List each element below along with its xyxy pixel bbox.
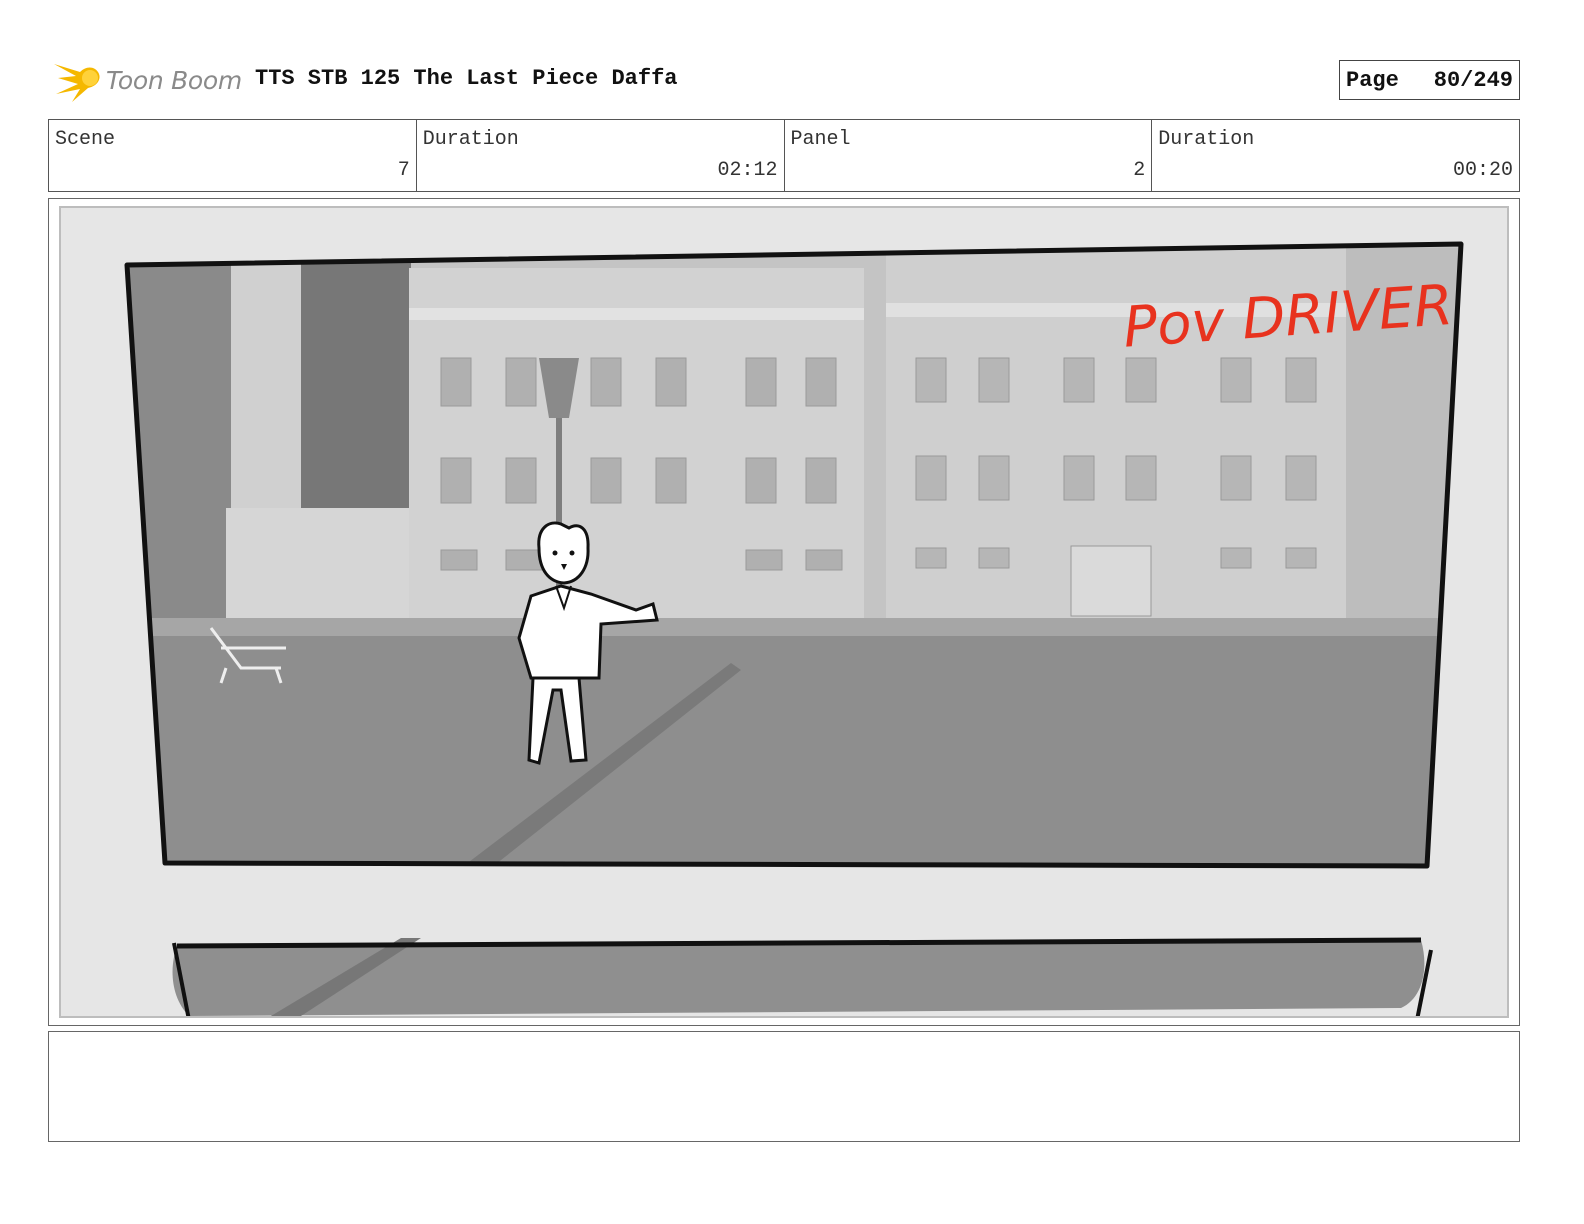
scene-duration-label: Duration	[422, 128, 519, 151]
panel-label: Panel	[790, 128, 851, 151]
page-indicator: Page 80/249	[1339, 60, 1520, 100]
document-title: TTS STB 125 The Last Piece Daffa	[255, 66, 678, 91]
flame-icon	[54, 64, 100, 102]
scene-cell: Scene 7	[49, 120, 417, 191]
panel-duration-cell: Duration 00:20	[1152, 120, 1519, 191]
notes-box[interactable]	[48, 1031, 1520, 1142]
storyboard-panel-image: Pov DRIVER	[59, 206, 1509, 1018]
panel-info-row: Scene 7 Duration 02:12 Panel 2 Duration …	[48, 119, 1520, 192]
panel-duration-label: Duration	[1158, 128, 1255, 151]
scene-duration-cell: Duration 02:12	[417, 120, 785, 191]
storyboard-panel-frame: Pov DRIVER	[48, 198, 1520, 1026]
page-label: Page	[1346, 67, 1399, 93]
panel-drawing: Pov DRIVER	[124, 241, 1464, 1016]
scene-duration-value: 02:12	[717, 159, 778, 182]
page-number: 80/249	[1433, 67, 1513, 93]
panel-value: 2	[1133, 159, 1146, 182]
scene-value: 7	[397, 159, 410, 182]
panel-duration-value: 00:20	[1452, 159, 1513, 182]
scene-label: Scene	[55, 128, 116, 151]
logo-text: Toon Boom	[106, 66, 242, 95]
toon-boom-logo: Toon Boom	[52, 56, 242, 106]
panel-cell: Panel 2	[785, 120, 1153, 191]
